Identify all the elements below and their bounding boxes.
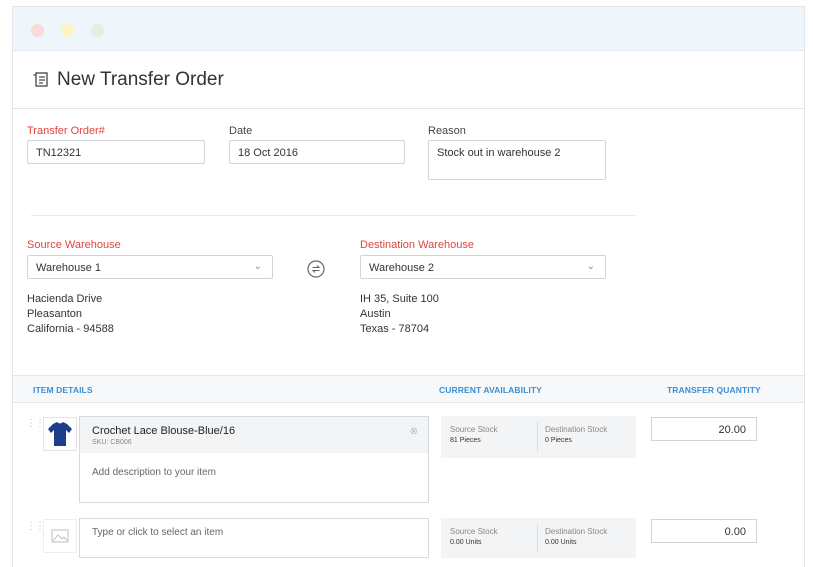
transfer-order-label: Transfer Order#	[27, 125, 105, 137]
availability-divider	[537, 422, 538, 452]
page-header: New Transfer Order	[13, 51, 804, 109]
transfer-quantity-input[interactable]: 0.00	[651, 519, 757, 543]
date-input[interactable]: 18 Oct 2016	[229, 140, 405, 164]
destination-address-line: Texas - 78704	[360, 323, 430, 335]
minimize-window-button[interactable]	[61, 24, 74, 37]
source-address-line: Hacienda Drive	[27, 293, 103, 305]
transfer-order-input[interactable]: TN12321	[27, 140, 205, 164]
availability-cell: Source Stock 81 Pieces Destination Stock…	[441, 416, 636, 458]
items-table-header: ITEM DETAILS CURRENT AVAILABILITY TRANSF…	[13, 375, 804, 403]
destination-warehouse-select[interactable]: Warehouse 2 ⌄	[360, 255, 606, 279]
item-select-input[interactable]: Type or click to select an item	[79, 518, 429, 558]
item-sku: SKU: CB006	[92, 439, 132, 446]
chevron-down-icon: ⌄	[586, 261, 595, 272]
source-address: Hacienda Drive Pleasanton California - 9…	[27, 292, 114, 337]
maximize-window-button[interactable]	[91, 24, 104, 37]
source-stock-value: 81 Pieces	[450, 437, 481, 444]
item-thumbnail-placeholder	[43, 519, 77, 553]
drag-handle-icon[interactable]: ⋮⋮	[26, 521, 45, 532]
destination-address-line: IH 35, Suite 100	[360, 293, 439, 305]
reason-label: Reason	[428, 125, 466, 137]
availability-divider	[537, 524, 538, 552]
destination-address-line: Austin	[360, 308, 391, 320]
destination-stock-label: Destination Stock	[545, 527, 608, 536]
document-list-icon	[33, 72, 48, 87]
item-details-box[interactable]: Crochet Lace Blouse-Blue/16 SKU: CB006 ⊗…	[79, 416, 429, 503]
source-stock-value: 0.00 Units	[450, 539, 482, 546]
destination-stock-label: Destination Stock	[545, 425, 608, 434]
destination-stock-value: 0.00 Units	[545, 539, 577, 546]
item-summary: Crochet Lace Blouse-Blue/16 SKU: CB006 ⊗	[80, 417, 428, 453]
source-warehouse-label: Source Warehouse	[27, 239, 121, 251]
source-warehouse-select[interactable]: Warehouse 1 ⌄	[27, 255, 273, 279]
source-address-line: Pleasanton	[27, 308, 83, 320]
drag-handle-icon[interactable]: ⋮⋮	[26, 418, 45, 429]
date-label: Date	[229, 125, 253, 137]
item-select-placeholder: Type or click to select an item	[92, 527, 224, 538]
source-stock-label: Source Stock	[450, 425, 498, 434]
destination-warehouse-label: Destination Warehouse	[360, 239, 474, 251]
form-divider	[31, 215, 635, 216]
transfer-quantity-header: TRANSFER QUANTITY	[667, 385, 761, 395]
source-stock-label: Source Stock	[450, 527, 498, 536]
availability-cell: Source Stock 0.00 Units Destination Stoc…	[441, 518, 636, 558]
remove-item-icon[interactable]: ⊗	[410, 426, 418, 437]
close-window-button[interactable]	[31, 24, 44, 37]
window-titlebar	[13, 7, 804, 51]
source-warehouse-value: Warehouse 1	[36, 262, 102, 274]
destination-stock-value: 0 Pieces	[545, 437, 572, 444]
app-window: New Transfer Order Transfer Order# TN123…	[12, 6, 805, 567]
blouse-image-icon	[48, 422, 72, 446]
reason-textarea[interactable]: Stock out in warehouse 2	[428, 140, 606, 180]
item-thumbnail	[43, 417, 77, 451]
swap-warehouses-icon[interactable]	[307, 260, 325, 278]
current-availability-header: CURRENT AVAILABILITY	[439, 385, 542, 395]
page-title: New Transfer Order	[57, 69, 224, 90]
item-name: Crochet Lace Blouse-Blue/16	[92, 425, 236, 437]
destination-warehouse-value: Warehouse 2	[369, 262, 435, 274]
transfer-quantity-input[interactable]: 20.00	[651, 417, 757, 441]
source-address-line: California - 94588	[27, 323, 114, 335]
destination-address: IH 35, Suite 100 Austin Texas - 78704	[360, 292, 439, 337]
image-placeholder-icon	[51, 529, 69, 543]
item-details-header: ITEM DETAILS	[33, 385, 93, 395]
chevron-down-icon: ⌄	[253, 261, 262, 272]
item-description-input[interactable]: Add description to your item	[92, 467, 216, 478]
